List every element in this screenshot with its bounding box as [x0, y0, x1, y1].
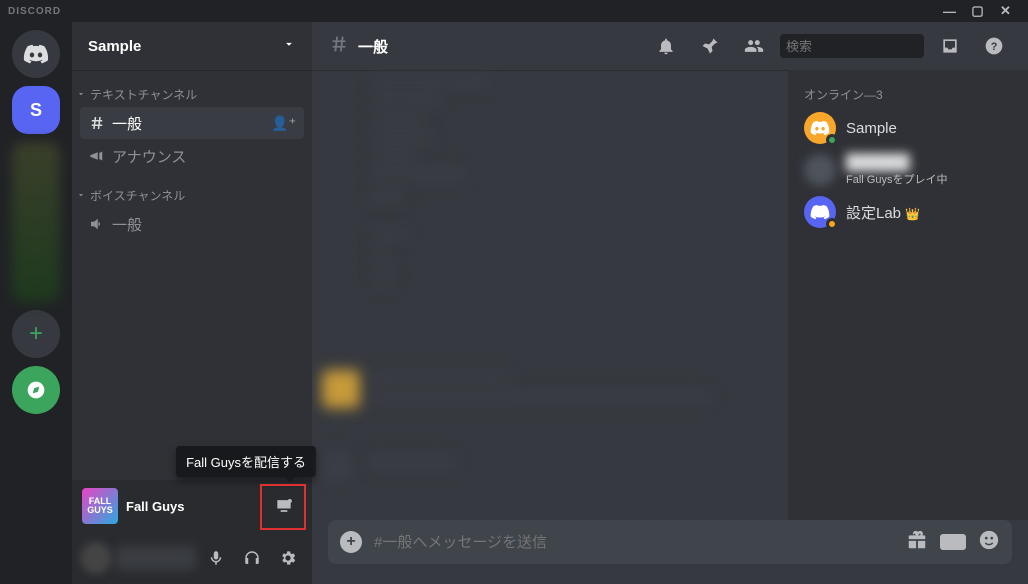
voice-channel-general[interactable]: 一般	[80, 208, 304, 240]
channel-title: 一般	[358, 36, 388, 57]
invite-icon[interactable]: 👤⁺	[271, 115, 296, 132]
game-name: Fall Guys	[126, 499, 185, 514]
status-indicator	[826, 218, 838, 230]
chat-main: 一般 ?	[312, 22, 1028, 584]
discord-logo-icon	[810, 120, 830, 136]
chevron-down-icon	[76, 89, 86, 99]
members-toggle[interactable]	[742, 34, 766, 58]
help-button[interactable]: ?	[982, 34, 1006, 58]
member-row[interactable]: ██████ Fall Guysをプレイ中	[796, 149, 1020, 191]
channel-announce[interactable]: アナウンス	[80, 140, 304, 172]
hash-icon	[328, 33, 350, 60]
window-close[interactable]: ✕	[992, 3, 1020, 19]
compass-icon	[26, 380, 46, 400]
stream-tooltip: Fall Guysを配信する	[176, 446, 316, 477]
user-panel	[72, 532, 312, 584]
attach-button[interactable]: +	[340, 531, 362, 553]
server-header[interactable]: Sample	[72, 22, 312, 70]
category-label: テキストチャンネル	[90, 86, 197, 103]
mute-button[interactable]	[200, 542, 232, 574]
category-label: ボイスチャンネル	[90, 187, 185, 204]
deafen-button[interactable]	[236, 542, 268, 574]
guild-blurred[interactable]	[12, 142, 60, 302]
window-minimize[interactable]: —	[936, 4, 964, 19]
game-activity-panel: Fall Guysを配信する FALL GUYS Fall Guys	[72, 480, 312, 532]
pinned-button[interactable]	[698, 34, 722, 58]
notifications-button[interactable]	[654, 34, 678, 58]
member-name: ██████	[846, 154, 947, 171]
member-list: オンライン—3 Sample ██████ Fall Guysをプレイ中	[788, 70, 1028, 520]
message-list[interactable]	[312, 70, 788, 520]
guild-list: S +	[0, 22, 72, 584]
member-activity: Fall Guysをプレイ中	[846, 171, 947, 187]
home-button[interactable]	[12, 30, 60, 78]
members-heading: オンライン—3	[796, 86, 1020, 107]
hash-icon	[88, 114, 106, 132]
gift-icon	[906, 529, 928, 551]
discord-logo-icon	[810, 204, 830, 220]
gear-icon	[279, 549, 297, 567]
channel-general[interactable]: 一般 👤⁺	[80, 107, 304, 139]
inbox-button[interactable]	[938, 34, 962, 58]
status-indicator	[826, 134, 838, 146]
member-row[interactable]: Sample	[796, 107, 1020, 149]
search-input[interactable]	[786, 39, 962, 54]
self-username	[116, 546, 196, 570]
category-text[interactable]: テキストチャンネル	[72, 82, 312, 106]
channel-sidebar: Sample テキストチャンネル 一般 👤⁺ アナウンス ボイスチャ	[72, 22, 312, 584]
megaphone-icon	[88, 147, 106, 165]
emoji-icon	[978, 529, 1000, 551]
speaker-icon	[88, 215, 106, 233]
bell-icon	[656, 36, 676, 56]
compose-box[interactable]: + GIF	[328, 520, 1012, 564]
composer: + GIF	[312, 520, 1028, 584]
chat-header: 一般 ?	[312, 22, 1028, 70]
member-name: Sample	[846, 120, 897, 137]
message-input[interactable]	[374, 534, 894, 551]
gift-button[interactable]	[906, 529, 928, 556]
chevron-down-icon	[76, 190, 86, 200]
add-server-button[interactable]: +	[12, 310, 60, 358]
stream-button[interactable]	[266, 488, 302, 524]
screen-share-icon	[274, 496, 294, 516]
mic-icon	[207, 549, 225, 567]
emoji-button[interactable]	[978, 529, 1000, 556]
channel-name: 一般	[112, 214, 142, 235]
server-name: Sample	[88, 38, 141, 55]
headphones-icon	[243, 549, 261, 567]
people-icon	[744, 36, 764, 56]
member-name: 設定Lab👑	[846, 202, 920, 223]
avatar	[804, 112, 836, 144]
svg-text:?: ?	[991, 41, 998, 53]
explore-button[interactable]	[12, 366, 60, 414]
self-avatar[interactable]	[80, 542, 112, 574]
category-voice[interactable]: ボイスチャンネル	[72, 183, 312, 207]
app-brand: DISCORD	[8, 6, 61, 17]
channel-name: 一般	[112, 113, 142, 134]
chevron-down-icon	[282, 37, 296, 55]
pin-icon	[700, 36, 720, 56]
search-box[interactable]	[780, 34, 924, 58]
window-maximize[interactable]: ▢	[964, 3, 992, 19]
inbox-icon	[940, 36, 960, 56]
avatar	[804, 196, 836, 228]
member-row[interactable]: 設定Lab👑	[796, 191, 1020, 233]
crown-icon: 👑	[905, 207, 920, 221]
help-icon: ?	[984, 36, 1004, 56]
avatar	[804, 154, 836, 186]
gif-button[interactable]: GIF	[940, 534, 966, 550]
channel-name: アナウンス	[112, 146, 186, 167]
discord-logo-icon	[23, 44, 49, 64]
game-icon: FALL GUYS	[82, 488, 118, 524]
guild-sample[interactable]: S	[12, 86, 60, 134]
settings-button[interactable]	[272, 542, 304, 574]
